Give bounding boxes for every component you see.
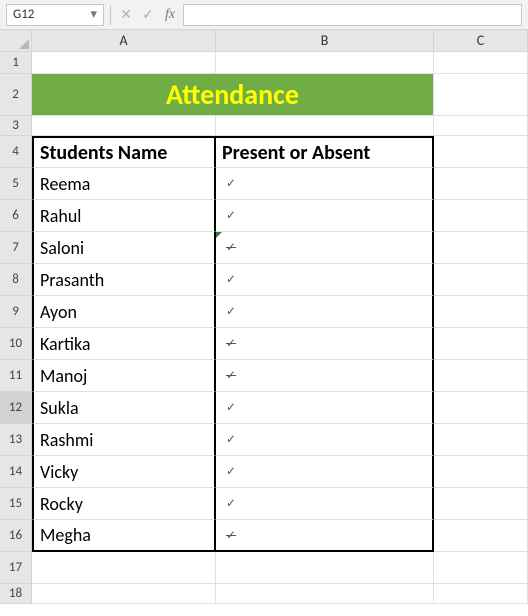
absent-mark-icon: ✓ <box>222 336 236 351</box>
col-header-C[interactable]: C <box>434 30 528 52</box>
status-cell[interactable]: ✓ <box>216 232 434 264</box>
student-name-cell[interactable]: Vicky <box>32 456 216 488</box>
col-header-A[interactable]: A <box>32 30 216 52</box>
cell[interactable] <box>216 52 434 74</box>
row-header[interactable]: 1 <box>0 52 32 74</box>
cell[interactable] <box>434 168 528 200</box>
cell[interactable] <box>434 584 528 604</box>
formula-bar: G12 ▾ ✕ ✓ fx <box>0 0 528 30</box>
student-name-cell[interactable]: Rahul <box>32 200 216 232</box>
formula-input[interactable] <box>183 4 522 26</box>
chevron-down-icon[interactable]: ▾ <box>90 7 97 22</box>
status-cell[interactable]: ✓ <box>216 296 434 328</box>
cell[interactable] <box>434 424 528 456</box>
student-name-cell[interactable]: Prasanth <box>32 264 216 296</box>
cell[interactable] <box>434 392 528 424</box>
absent-mark-icon: ✓ <box>222 528 236 543</box>
status-cell[interactable]: ✓ <box>216 488 434 520</box>
row-header[interactable]: 3 <box>0 116 32 136</box>
student-name-cell[interactable]: Rocky <box>32 488 216 520</box>
cell[interactable] <box>434 488 528 520</box>
fx-icon[interactable]: fx <box>161 7 179 23</box>
cell[interactable] <box>434 232 528 264</box>
cell[interactable] <box>32 584 216 604</box>
status-cell[interactable]: ✓ <box>216 328 434 360</box>
present-mark-icon: ✓ <box>222 176 236 191</box>
row-header[interactable]: 8 <box>0 264 32 296</box>
row-header[interactable]: 17 <box>0 552 32 584</box>
name-box[interactable]: G12 ▾ <box>6 4 104 26</box>
row-header[interactable]: 7 <box>0 232 32 264</box>
student-name-cell[interactable]: Kartika <box>32 328 216 360</box>
title-cell[interactable]: Attendance <box>32 74 434 116</box>
col-header-B[interactable]: B <box>216 30 434 52</box>
confirm-icon[interactable]: ✓ <box>139 6 157 23</box>
present-mark-icon: ✓ <box>222 208 236 223</box>
cancel-icon[interactable]: ✕ <box>117 6 135 23</box>
student-name-cell[interactable]: Megha <box>32 520 216 552</box>
status-cell[interactable]: ✓ <box>216 264 434 296</box>
present-mark-icon: ✓ <box>222 464 236 479</box>
row-header[interactable]: 4 <box>0 136 32 168</box>
cell[interactable] <box>434 136 528 168</box>
cell[interactable] <box>32 52 216 74</box>
present-mark-icon: ✓ <box>222 432 236 447</box>
cell[interactable] <box>434 200 528 232</box>
status-cell[interactable]: ✓ <box>216 168 434 200</box>
cell[interactable] <box>216 552 434 584</box>
cell[interactable] <box>32 116 216 136</box>
row-header[interactable]: 15 <box>0 488 32 520</box>
cell[interactable] <box>434 52 528 74</box>
student-name-cell[interactable]: Rashmi <box>32 424 216 456</box>
select-all-triangle[interactable] <box>0 30 32 52</box>
student-name-cell[interactable]: Sukla <box>32 392 216 424</box>
name-box-value: G12 <box>13 7 34 22</box>
student-name-cell[interactable]: Ayon <box>32 296 216 328</box>
row-header[interactable]: 16 <box>0 520 32 552</box>
spreadsheet-grid: A B C 1 2 Attendance 3 4 Students Name P… <box>0 30 528 604</box>
row-header[interactable]: 14 <box>0 456 32 488</box>
cell[interactable] <box>434 264 528 296</box>
cell[interactable] <box>434 116 528 136</box>
present-mark-icon: ✓ <box>222 272 236 287</box>
status-cell[interactable]: ✓ <box>216 392 434 424</box>
cell[interactable] <box>434 456 528 488</box>
cell[interactable] <box>434 552 528 584</box>
cell[interactable] <box>434 520 528 552</box>
row-header[interactable]: 9 <box>0 296 32 328</box>
cell[interactable] <box>216 584 434 604</box>
header-status[interactable]: Present or Absent <box>216 136 434 168</box>
cell[interactable] <box>32 552 216 584</box>
row-header[interactable]: 18 <box>0 584 32 604</box>
present-mark-icon: ✓ <box>222 304 236 319</box>
cell[interactable] <box>434 74 528 116</box>
cell[interactable] <box>216 116 434 136</box>
row-header[interactable]: 5 <box>0 168 32 200</box>
cell[interactable] <box>434 296 528 328</box>
cell[interactable] <box>434 328 528 360</box>
row-header[interactable]: 11 <box>0 360 32 392</box>
student-name-cell[interactable]: Reema <box>32 168 216 200</box>
row-header[interactable]: 10 <box>0 328 32 360</box>
divider <box>110 5 111 25</box>
status-cell[interactable]: ✓ <box>216 520 434 552</box>
row-header[interactable]: 6 <box>0 200 32 232</box>
row-header[interactable]: 13 <box>0 424 32 456</box>
present-mark-icon: ✓ <box>222 400 236 415</box>
absent-mark-icon: ✓ <box>222 240 236 255</box>
row-header[interactable]: 12 <box>0 392 32 424</box>
status-cell[interactable]: ✓ <box>216 456 434 488</box>
cell[interactable] <box>434 360 528 392</box>
absent-mark-icon: ✓ <box>222 368 236 383</box>
status-cell[interactable]: ✓ <box>216 200 434 232</box>
status-cell[interactable]: ✓ <box>216 360 434 392</box>
present-mark-icon: ✓ <box>222 496 236 511</box>
row-header[interactable]: 2 <box>0 74 32 116</box>
header-students[interactable]: Students Name <box>32 136 216 168</box>
status-cell[interactable]: ✓ <box>216 424 434 456</box>
student-name-cell[interactable]: Saloni <box>32 232 216 264</box>
student-name-cell[interactable]: Manoj <box>32 360 216 392</box>
